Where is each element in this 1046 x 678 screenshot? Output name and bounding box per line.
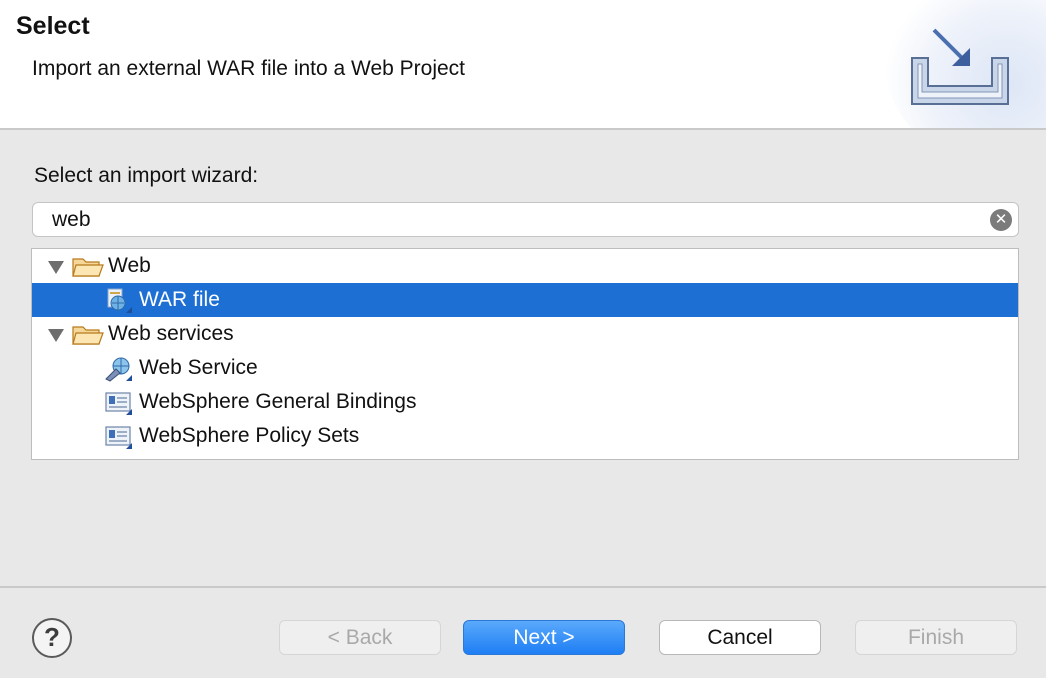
- bindings-icon: [105, 392, 132, 415]
- web-service-icon: [105, 357, 132, 382]
- back-button[interactable]: < Back: [279, 620, 441, 655]
- tree-item-war-file[interactable]: WAR file: [32, 283, 1018, 317]
- tree-folder-web-services[interactable]: Web services: [32, 317, 1018, 351]
- tree-item-web-service[interactable]: Web Service: [32, 351, 1018, 385]
- tree-item-websphere-policy-sets[interactable]: WebSphere Policy Sets: [32, 419, 1018, 453]
- wizard-tree[interactable]: Web WAR file Web services Web Service We…: [31, 248, 1019, 460]
- tree-item-websphere-general-bindings[interactable]: WebSphere General Bindings: [32, 385, 1018, 419]
- tree-item-label: Web services: [108, 322, 234, 345]
- tree-item-label: WebSphere Policy Sets: [139, 424, 360, 447]
- folder-open-icon: [72, 258, 104, 277]
- page-title: Select: [16, 12, 90, 40]
- clear-icon[interactable]: ✕: [990, 209, 1012, 231]
- tree-item-label: Web: [108, 254, 151, 277]
- policy-sets-icon: [105, 426, 132, 449]
- tree-folder-web[interactable]: Web: [32, 249, 1018, 283]
- folder-open-icon: [72, 326, 104, 345]
- expand-triangle-icon[interactable]: [48, 261, 64, 274]
- page-description: Import an external WAR file into a Web P…: [32, 57, 466, 80]
- filter-field[interactable]: ✕: [32, 202, 1019, 237]
- header-divider: [0, 128, 1046, 130]
- finish-button[interactable]: Finish: [855, 620, 1017, 655]
- tree-item-label: WebSphere General Bindings: [139, 390, 417, 413]
- next-button[interactable]: Next >: [463, 620, 625, 655]
- wizard-header: Select Import an external WAR file into …: [0, 0, 1046, 128]
- wizard-prompt-label: Select an import wizard:: [34, 164, 259, 187]
- expand-triangle-icon[interactable]: [48, 329, 64, 342]
- footer-divider: [0, 586, 1046, 588]
- help-button[interactable]: ?: [32, 618, 72, 658]
- tree-item-label: Web Service: [139, 356, 258, 379]
- import-wizard-icon: [911, 28, 1009, 105]
- filter-input[interactable]: [52, 206, 982, 234]
- tree-item-label: WAR file: [139, 288, 220, 311]
- war-file-icon: [107, 288, 132, 313]
- cancel-button[interactable]: Cancel: [659, 620, 821, 655]
